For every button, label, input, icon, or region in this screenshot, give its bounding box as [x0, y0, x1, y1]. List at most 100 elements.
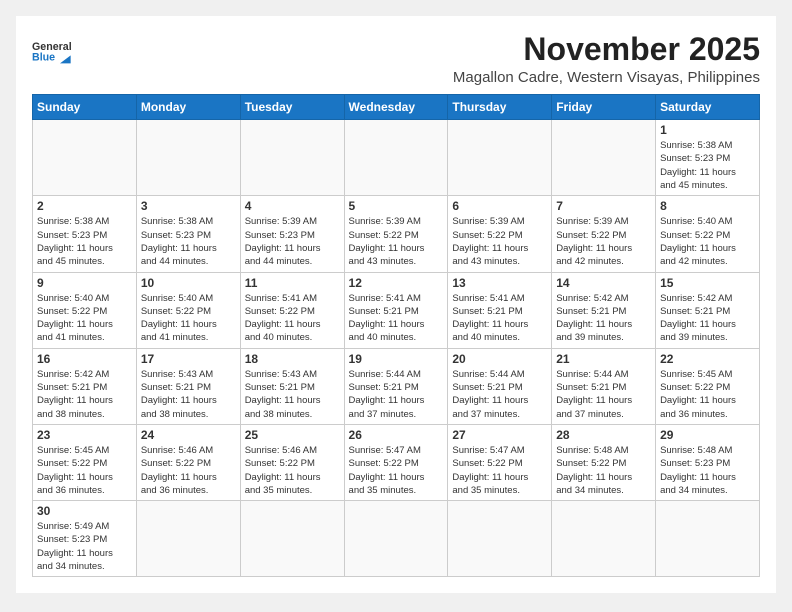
table-row — [240, 501, 344, 577]
table-row: 28 Sunrise: 5:48 AMSunset: 5:22 PMDayligh… — [552, 424, 656, 500]
day-info: Sunrise: 5:42 AMSunset: 5:21 PMDaylight:… — [660, 292, 755, 345]
table-row — [448, 120, 552, 196]
day-number: 25 — [245, 428, 340, 442]
day-info: Sunrise: 5:47 AMSunset: 5:22 PMDaylight:… — [349, 444, 444, 497]
day-info: Sunrise: 5:39 AMSunset: 5:22 PMDaylight:… — [349, 215, 444, 268]
table-row: 19 Sunrise: 5:44 AMSunset: 5:21 PMDayligh… — [344, 348, 448, 424]
day-number: 26 — [349, 428, 444, 442]
table-row — [344, 120, 448, 196]
day-number: 21 — [556, 352, 651, 366]
day-number: 19 — [349, 352, 444, 366]
table-row: 20 Sunrise: 5:44 AMSunset: 5:21 PMDayligh… — [448, 348, 552, 424]
table-row: 7 Sunrise: 5:39 AMSunset: 5:22 PMDaylight… — [552, 196, 656, 272]
title-section: November 2025 Magallon Cadre, Western Vi… — [453, 32, 760, 86]
table-row: 9 Sunrise: 5:40 AMSunset: 5:22 PMDaylight… — [33, 272, 137, 348]
header: General Blue November 2025 Magallon Cadr… — [32, 32, 760, 86]
table-row — [448, 501, 552, 577]
table-row: 13 Sunrise: 5:41 AMSunset: 5:21 PMDayligh… — [448, 272, 552, 348]
day-number: 1 — [660, 123, 755, 137]
table-row: 2Sunrise: 5:38 AMSunset: 5:23 PMDaylight… — [33, 196, 137, 272]
table-row: 16 Sunrise: 5:42 AMSunset: 5:21 PMDayligh… — [33, 348, 137, 424]
day-info: Sunrise: 5:42 AMSunset: 5:21 PMDaylight:… — [37, 368, 132, 421]
day-info: Sunrise: 5:44 AMSunset: 5:21 PMDaylight:… — [349, 368, 444, 421]
day-number: 11 — [245, 276, 340, 290]
day-info: Sunrise: 5:42 AMSunset: 5:21 PMDaylight:… — [556, 292, 651, 345]
page: General Blue November 2025 Magallon Cadr… — [16, 16, 776, 593]
header-thursday: Thursday — [448, 95, 552, 120]
day-number: 8 — [660, 199, 755, 213]
day-info: Sunrise: 5:48 AMSunset: 5:22 PMDaylight:… — [556, 444, 651, 497]
day-number: 9 — [37, 276, 132, 290]
day-number: 3 — [141, 199, 236, 213]
day-info: Sunrise: 5:45 AMSunset: 5:22 PMDaylight:… — [660, 368, 755, 421]
day-number: 22 — [660, 352, 755, 366]
table-row: 3Sunrise: 5:38 AMSunset: 5:23 PMDaylight… — [136, 196, 240, 272]
day-info: Sunrise: 5:46 AMSunset: 5:22 PMDaylight:… — [245, 444, 340, 497]
calendar-week-row: 9 Sunrise: 5:40 AMSunset: 5:22 PMDaylight… — [33, 272, 760, 348]
day-number: 4 — [245, 199, 340, 213]
header-saturday: Saturday — [656, 95, 760, 120]
table-row: 8 Sunrise: 5:40 AMSunset: 5:22 PMDaylight… — [656, 196, 760, 272]
day-info: Sunrise: 5:40 AMSunset: 5:22 PMDaylight:… — [37, 292, 132, 345]
header-sunday: Sunday — [33, 95, 137, 120]
header-monday: Monday — [136, 95, 240, 120]
day-info: Sunrise: 5:46 AMSunset: 5:22 PMDaylight:… — [141, 444, 236, 497]
day-info: Sunrise: 5:41 AMSunset: 5:21 PMDaylight:… — [452, 292, 547, 345]
table-row: 26 Sunrise: 5:47 AMSunset: 5:22 PMDayligh… — [344, 424, 448, 500]
day-number: 12 — [349, 276, 444, 290]
table-row — [344, 501, 448, 577]
day-info: Sunrise: 5:38 AMSunset: 5:23 PMDaylight:… — [660, 139, 755, 192]
day-info: Sunrise: 5:47 AMSunset: 5:22 PMDaylight:… — [452, 444, 547, 497]
location-title: Magallon Cadre, Western Visayas, Philipp… — [453, 69, 760, 86]
day-number: 28 — [556, 428, 651, 442]
svg-text:Blue: Blue — [32, 52, 55, 64]
day-number: 18 — [245, 352, 340, 366]
table-row: 12 Sunrise: 5:41 AMSunset: 5:21 PMDayligh… — [344, 272, 448, 348]
table-row — [552, 501, 656, 577]
month-title: November 2025 — [453, 32, 760, 67]
table-row: 10Sunrise: 5:40 AMSunset: 5:22 PMDayligh… — [136, 272, 240, 348]
day-info: Sunrise: 5:43 AMSunset: 5:21 PMDaylight:… — [141, 368, 236, 421]
day-info: Sunrise: 5:49 AMSunset: 5:23 PMDaylight:… — [37, 520, 132, 573]
day-number: 27 — [452, 428, 547, 442]
table-row: 11 Sunrise: 5:41 AMSunset: 5:22 PMDayligh… — [240, 272, 344, 348]
day-info: Sunrise: 5:43 AMSunset: 5:21 PMDaylight:… — [245, 368, 340, 421]
day-info: Sunrise: 5:41 AMSunset: 5:22 PMDaylight:… — [245, 292, 340, 345]
day-number: 13 — [452, 276, 547, 290]
general-blue-logo: General Blue — [32, 32, 72, 72]
table-row: 23Sunrise: 5:45 AMSunset: 5:22 PMDayligh… — [33, 424, 137, 500]
day-number: 23 — [37, 428, 132, 442]
table-row — [136, 501, 240, 577]
day-number: 30 — [37, 504, 132, 518]
calendar-week-row: 16 Sunrise: 5:42 AMSunset: 5:21 PMDayligh… — [33, 348, 760, 424]
day-info: Sunrise: 5:39 AMSunset: 5:22 PMDaylight:… — [556, 215, 651, 268]
table-row: 29 Sunrise: 5:48 AMSunset: 5:23 PMDayligh… — [656, 424, 760, 500]
table-row: 14Sunrise: 5:42 AMSunset: 5:21 PMDayligh… — [552, 272, 656, 348]
table-row: 22 Sunrise: 5:45 AMSunset: 5:22 PMDayligh… — [656, 348, 760, 424]
table-row — [656, 501, 760, 577]
day-number: 29 — [660, 428, 755, 442]
calendar-week-row: 30 Sunrise: 5:49 AMSunset: 5:23 PMDayligh… — [33, 501, 760, 577]
weekday-header-row: Sunday Monday Tuesday Wednesday Thursday… — [33, 95, 760, 120]
day-number: 7 — [556, 199, 651, 213]
table-row: 15Sunrise: 5:42 AMSunset: 5:21 PMDayligh… — [656, 272, 760, 348]
table-row: 5Sunrise: 5:39 AMSunset: 5:22 PMDaylight… — [344, 196, 448, 272]
logo: General Blue — [32, 32, 72, 72]
day-number: 16 — [37, 352, 132, 366]
table-row: 27 Sunrise: 5:47 AMSunset: 5:22 PMDayligh… — [448, 424, 552, 500]
calendar-week-row: 23Sunrise: 5:45 AMSunset: 5:22 PMDayligh… — [33, 424, 760, 500]
table-row — [33, 120, 137, 196]
day-number: 6 — [452, 199, 547, 213]
day-info: Sunrise: 5:48 AMSunset: 5:23 PMDaylight:… — [660, 444, 755, 497]
day-info: Sunrise: 5:41 AMSunset: 5:21 PMDaylight:… — [349, 292, 444, 345]
day-info: Sunrise: 5:38 AMSunset: 5:23 PMDaylight:… — [37, 215, 132, 268]
header-friday: Friday — [552, 95, 656, 120]
day-info: Sunrise: 5:39 AMSunset: 5:22 PMDaylight:… — [452, 215, 547, 268]
day-info: Sunrise: 5:44 AMSunset: 5:21 PMDaylight:… — [452, 368, 547, 421]
table-row: 6 Sunrise: 5:39 AMSunset: 5:22 PMDaylight… — [448, 196, 552, 272]
day-number: 20 — [452, 352, 547, 366]
day-info: Sunrise: 5:44 AMSunset: 5:21 PMDaylight:… — [556, 368, 651, 421]
day-info: Sunrise: 5:40 AMSunset: 5:22 PMDaylight:… — [660, 215, 755, 268]
table-row: 17Sunrise: 5:43 AMSunset: 5:21 PMDayligh… — [136, 348, 240, 424]
table-row — [136, 120, 240, 196]
